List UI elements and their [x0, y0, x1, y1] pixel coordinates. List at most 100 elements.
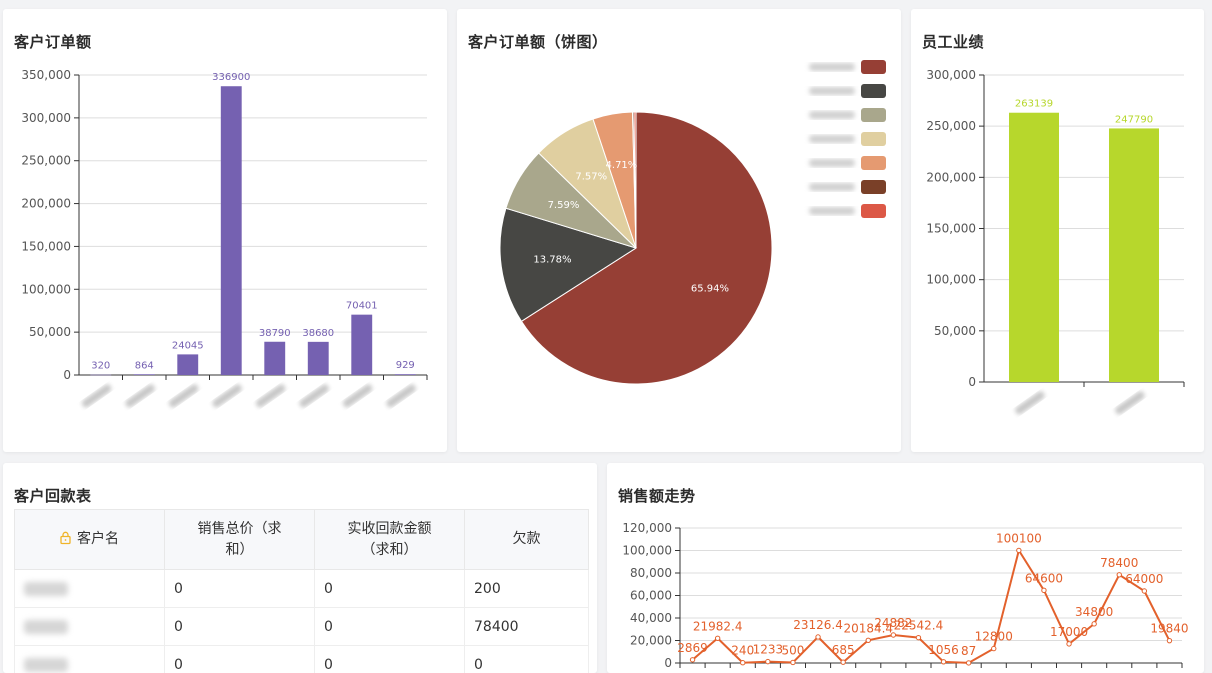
staff-performance-bar-chart: 050,000100,000150,000200,000250,000300,0… — [911, 9, 1204, 452]
data-label: 64000 — [1125, 572, 1163, 586]
column-header-arrears[interactable]: 欠款 — [465, 510, 589, 570]
redacted-legend-label — [809, 183, 855, 191]
y-tick-label: 200,000 — [926, 170, 976, 184]
bar-value-label: 336900 — [212, 72, 250, 83]
customer-orders-pie-chart: 65.94%13.78%7.59%7.57%4.71% — [457, 9, 901, 452]
cell-received: 0 — [315, 570, 465, 608]
bar-value-label: 247790 — [1115, 114, 1153, 125]
y-tick-label: 250,000 — [21, 154, 71, 168]
card-title: 客户回款表 — [14, 485, 92, 506]
legend-swatch — [861, 132, 886, 146]
legend-swatch — [861, 180, 886, 194]
bar — [395, 374, 416, 375]
cell-arrears: 78400 — [465, 608, 589, 646]
data-label: 21982.4 — [693, 619, 743, 633]
redacted-name — [24, 620, 68, 634]
data-point — [816, 635, 820, 639]
column-header-sales-total[interactable]: 销售总价（求 和） — [165, 510, 315, 570]
data-label: 22542.4 — [894, 619, 944, 633]
redacted-legend-label — [809, 135, 855, 143]
y-tick-label: 300,000 — [926, 68, 976, 82]
column-header-customer[interactable]: 客户名 — [15, 510, 165, 570]
redacted-x-label — [124, 383, 156, 409]
legend-swatch — [861, 108, 886, 122]
bar — [134, 374, 155, 375]
bar-value-label: 24045 — [172, 340, 204, 351]
customer-orders-card: 客户订单额 050,000100,000150,000200,000250,00… — [3, 9, 447, 452]
redacted-x-label — [1014, 390, 1046, 416]
data-label: 19840 — [1150, 622, 1188, 636]
bar-value-label: 70401 — [346, 301, 378, 312]
bar-value-label: 320 — [91, 361, 110, 372]
y-tick-label: 80,000 — [630, 566, 672, 580]
y-tick-label: 250,000 — [926, 119, 976, 133]
data-label: 1233 — [753, 643, 784, 657]
pie-slice-label: 65.94% — [691, 283, 729, 294]
data-label: 23126.4 — [793, 618, 843, 632]
bar — [1109, 128, 1159, 382]
table-row[interactable]: 0 0 78400 — [15, 608, 589, 646]
y-tick-label: 120,000 — [622, 521, 672, 535]
table-row[interactable]: 0 0 200 — [15, 570, 589, 608]
y-tick-label: 40,000 — [630, 611, 672, 625]
bar-value-label: 864 — [135, 360, 154, 371]
redacted-x-label — [167, 383, 199, 409]
column-header-received[interactable]: 实收回款金额 （求和） — [315, 510, 465, 570]
table-row[interactable]: 0 0 0 — [15, 646, 589, 673]
sales-trend-line-chart: 020,00040,00060,00080,000100,000120,0002… — [607, 463, 1204, 673]
data-label: 500 — [781, 643, 804, 657]
data-label: 87 — [961, 644, 976, 658]
redacted-name — [24, 582, 68, 596]
cell-customer — [15, 570, 165, 608]
redacted-x-label — [1114, 390, 1146, 416]
legend-swatch — [861, 204, 886, 218]
table-header-row: 客户名 销售总价（求 和） 实收回款金额 （求和） 欠款 — [15, 510, 589, 570]
cell-customer — [15, 608, 165, 646]
bar — [264, 342, 285, 375]
data-point — [1092, 622, 1096, 626]
data-label: 240 — [731, 644, 754, 658]
customer-payments-table: 客户名 销售总价（求 和） 实收回款金额 （求和） 欠款 0 0 — [14, 509, 589, 673]
pie-slice-label: 7.59% — [548, 200, 580, 211]
y-tick-label: 50,000 — [934, 324, 976, 338]
data-label: 12800 — [975, 630, 1013, 644]
data-point — [1167, 638, 1171, 642]
y-tick-label: 100,000 — [21, 282, 71, 296]
data-point — [791, 660, 795, 664]
cell-customer — [15, 646, 165, 673]
data-point — [1067, 642, 1071, 646]
redacted-legend-label — [809, 87, 855, 95]
y-tick-label: 150,000 — [21, 239, 71, 253]
data-label: 1056 — [928, 643, 959, 657]
data-point — [992, 646, 996, 650]
data-label: 64600 — [1025, 571, 1063, 585]
data-point — [866, 638, 870, 642]
y-tick-label: 50,000 — [29, 325, 71, 339]
data-point — [1042, 588, 1046, 592]
cell-arrears: 200 — [465, 570, 589, 608]
redacted-x-label — [254, 383, 286, 409]
legend-swatch — [861, 156, 886, 170]
redacted-legend-label — [809, 111, 855, 119]
redacted-legend-label — [809, 159, 855, 167]
bar-value-label: 929 — [396, 360, 415, 371]
cell-sales-total: 0 — [165, 608, 315, 646]
bar — [351, 315, 372, 375]
cell-received: 0 — [315, 646, 465, 673]
customer-payments-card: 客户回款表 客户名 销售总价（求 和） 实收回款金额 （求和） — [3, 463, 597, 673]
pie-slice-label: 7.57% — [575, 172, 607, 183]
header-label: 和） — [226, 542, 254, 558]
staff-performance-card: 员工业绩 050,000100,000150,000200,000250,000… — [911, 9, 1204, 452]
y-tick-label: 0 — [63, 368, 71, 382]
cell-sales-total: 0 — [165, 570, 315, 608]
data-point — [841, 660, 845, 664]
redacted-x-label — [385, 383, 417, 409]
bar — [177, 354, 198, 375]
data-label: 34800 — [1075, 605, 1113, 619]
y-tick-label: 300,000 — [21, 111, 71, 125]
data-point — [1117, 573, 1121, 577]
pie-slice-label: 4.71% — [606, 160, 638, 171]
header-label: 销售总价（求 — [198, 521, 282, 537]
bar-value-label: 263139 — [1015, 99, 1053, 110]
bar — [308, 342, 329, 375]
